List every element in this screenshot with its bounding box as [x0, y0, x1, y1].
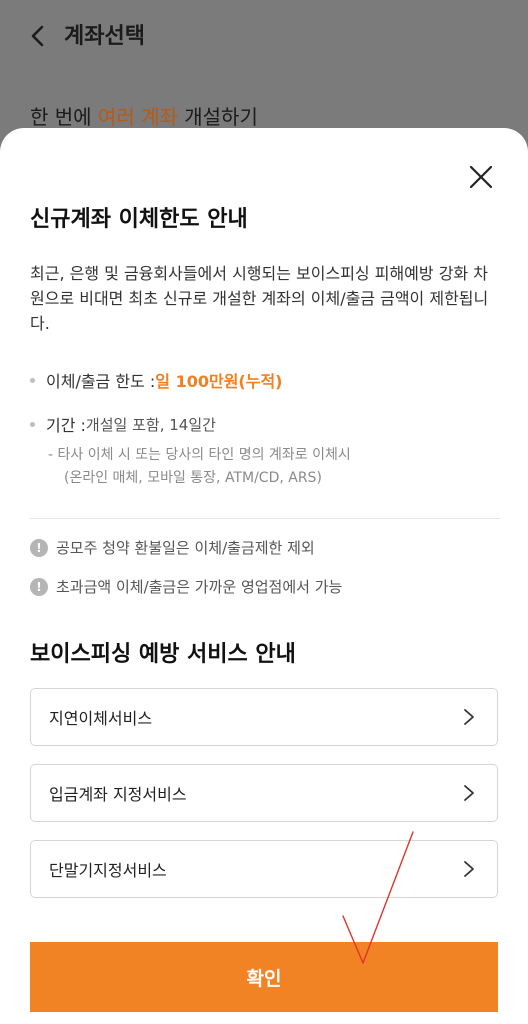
service-device-designation[interactable]: 단말기지정서비스 [30, 840, 498, 898]
notice-item: ! 공모주 청약 환불일은 이체/출금제한 제외 [30, 537, 315, 558]
page-title: 계좌선택 [64, 24, 145, 49]
exclamation-circle-icon: ! [30, 538, 48, 557]
confirm-button[interactable]: 확인 [30, 942, 498, 1012]
limit-description: 최근, 은행 및 금융회사들에서 시행되는 보이스피싱 피해예방 강화 차원으로… [30, 264, 489, 333]
chevron-left-icon[interactable] [24, 22, 52, 50]
transfer-limit-sheet: 신규계좌 이체한도 안내 최근, 은행 및 금융회사들에서 시행되는 보이스피싱… [0, 128, 528, 1024]
bullet-dot [30, 377, 35, 383]
sheet-title: 신규계좌 이체한도 안내 [30, 207, 248, 232]
chevron-right-icon [464, 861, 474, 877]
app-header: 계좌선택 [0, 0, 528, 72]
line-post: 개설하기 [177, 105, 258, 129]
service-label: 단말기지정서비스 [49, 861, 167, 880]
section-title: 보이스피싱 예방 서비스 안내 [30, 642, 296, 667]
service-delayed-transfer[interactable]: 지연이체서비스 [30, 688, 498, 746]
period-bullet: 기간 : 개설일 포함, 14일간 [30, 412, 216, 436]
sub-note-line2: (온라인 매체, 모바일 통장, ATM/CD, ARS) [64, 470, 322, 486]
line-pre: 한 번에 [30, 105, 98, 129]
notice-item: ! 초과금액 이체/출금은 가까운 영업점에서 가능 [30, 576, 342, 597]
service-label: 입금계좌 지정서비스 [49, 785, 187, 804]
service-designated-deposit-account[interactable]: 입금계좌 지정서비스 [30, 764, 498, 822]
limit-bullet: 이체/출금 한도 : 일 100만원(누적) [30, 368, 282, 392]
service-label: 지연이체서비스 [49, 709, 153, 728]
notice-text: 초과금액 이체/출금은 가까운 영업점에서 가능 [56, 578, 343, 596]
divider [30, 518, 500, 519]
chevron-right-icon [464, 709, 474, 725]
period-value: 개설일 포함, 14일간 [85, 415, 216, 434]
notice-text: 공모주 청약 환불일은 이체/출금제한 제외 [56, 539, 315, 557]
open-multiple-accounts-text: 한 번에 여러 계좌 개설하기 [30, 101, 258, 130]
chevron-right-icon [464, 785, 474, 801]
period-label: 기간 : [46, 416, 86, 435]
sub-note-line1: - 타사 이체 시 또는 당사의 타인 명의 계좌로 이체시 [48, 447, 351, 463]
bullet-dot [30, 421, 35, 427]
exclamation-circle-icon: ! [30, 577, 48, 596]
close-icon[interactable] [466, 162, 496, 192]
line-highlight: 여러 계좌 [97, 105, 178, 129]
limit-label: 이체/출금 한도 : [46, 372, 156, 391]
limit-value: 일 100만원(누적) [155, 372, 283, 391]
